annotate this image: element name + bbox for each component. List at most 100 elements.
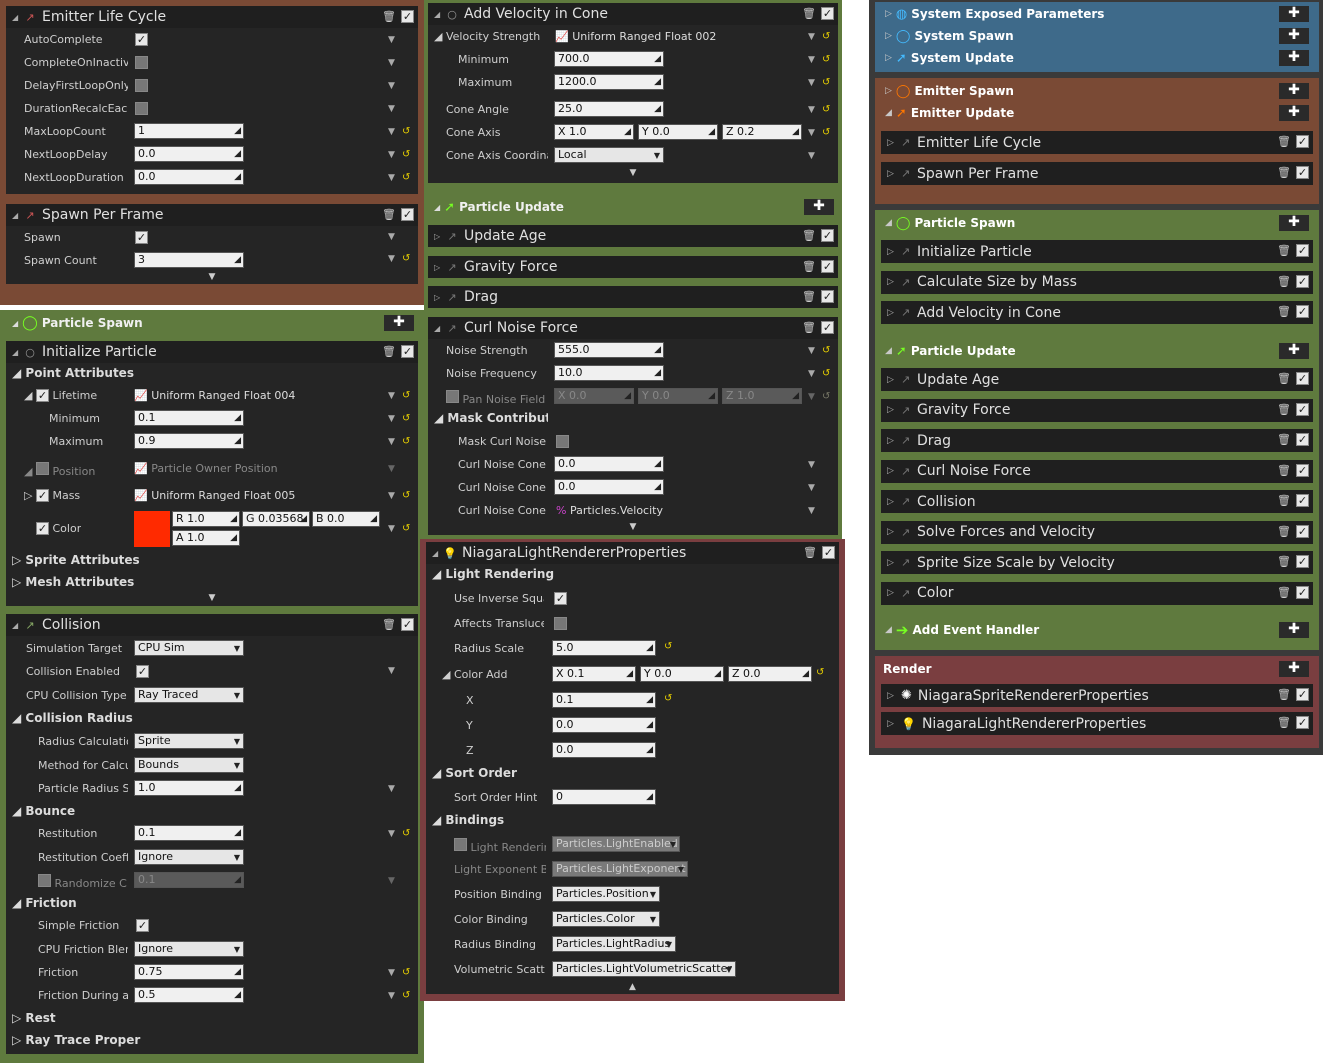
- dropdown-arrow-icon[interactable]: ▼: [808, 128, 815, 138]
- trash-icon[interactable]: 🗑: [802, 7, 816, 20]
- emitter-update-row[interactable]: ◢ ➚ Emitter Update ✚: [881, 103, 1313, 123]
- expand-arrow-icon[interactable]: ▼: [428, 522, 838, 532]
- b5-dropdown[interactable]: Particles.LightRadius: [552, 936, 676, 952]
- trash-icon[interactable]: 🗑: [1277, 403, 1291, 416]
- collapse-arrow-icon[interactable]: ◢: [12, 621, 22, 630]
- dropdown-arrow-icon[interactable]: ▼: [388, 173, 395, 183]
- enable-checkbox[interactable]: ✓: [1296, 494, 1309, 507]
- trash-icon[interactable]: 🗑: [802, 321, 816, 334]
- enable-checkbox[interactable]: ✓: [401, 618, 414, 631]
- spawn-count-field[interactable]: 3: [134, 252, 244, 268]
- module-row[interactable]: ▷ ↗ Calculate Size by Mass 🗑 ✓: [881, 270, 1313, 294]
- friction-field[interactable]: 0.75: [134, 964, 244, 980]
- trash-icon[interactable]: 🗑: [1277, 166, 1291, 179]
- collapse-arrow-icon[interactable]: ◢: [885, 218, 892, 228]
- module-row[interactable]: ▷ ↗ Drag 🗑 ✓: [881, 429, 1313, 452]
- module-row[interactable]: ▷ ↗ Initialize Particle 🗑 ✓: [881, 240, 1313, 263]
- particle-update-row[interactable]: ◢ ➚ Particle Update ✚: [881, 341, 1313, 361]
- friction-during-field[interactable]: 0.5: [134, 987, 244, 1003]
- dropdown-arrow-icon[interactable]: ▼: [808, 346, 815, 356]
- reset-icon[interactable]: ↺: [822, 54, 830, 65]
- randomize-checkbox[interactable]: [38, 874, 51, 887]
- collapse-arrow-icon[interactable]: ◢: [434, 203, 440, 212]
- velocity-strength-value[interactable]: 📈 Uniform Ranged Float 002: [555, 30, 716, 43]
- expand-arrow-icon[interactable]: ▼: [6, 272, 418, 282]
- lifetime-checkbox[interactable]: ✓: [35, 389, 49, 402]
- enable-checkbox[interactable]: ✓: [1296, 166, 1309, 179]
- trash-icon[interactable]: 🗑: [802, 290, 816, 303]
- expand-arrow-icon[interactable]: ▷: [887, 247, 901, 257]
- add-event-handler-row[interactable]: ◢ ➔ Add Event Handler ✚: [881, 620, 1313, 640]
- spawn-checkbox[interactable]: ✓: [135, 231, 148, 244]
- trash-icon[interactable]: 🗑: [1277, 372, 1291, 385]
- friction-section[interactable]: ◢ Friction: [12, 896, 77, 910]
- trash-icon[interactable]: 🗑: [1277, 433, 1291, 446]
- color-swatch[interactable]: [134, 511, 170, 547]
- restitution-field[interactable]: 0.1: [134, 825, 244, 841]
- dropdown-arrow-icon[interactable]: ▼: [388, 391, 395, 401]
- add-button[interactable]: ✚: [1279, 215, 1309, 231]
- collapse-arrow-icon[interactable]: ◢: [12, 319, 18, 328]
- light-rendering-section[interactable]: ◢ Light Rendering: [432, 567, 554, 581]
- trash-icon[interactable]: 🗑: [1277, 275, 1291, 288]
- dropdown-arrow-icon[interactable]: ▼: [808, 55, 815, 65]
- trash-icon[interactable]: 🗑: [1277, 688, 1291, 701]
- module-row[interactable]: ▷ ↗ Update Age 🗑 ✓: [881, 368, 1313, 391]
- reset-icon[interactable]: ↺: [402, 126, 410, 137]
- dropdown-arrow-icon[interactable]: ▼: [388, 232, 395, 242]
- property-field[interactable]: 0.0: [134, 169, 244, 185]
- enable-checkbox[interactable]: ✓: [1296, 524, 1309, 538]
- module-header[interactable]: ◢ ↗ Collision 🗑 ✓: [6, 614, 418, 636]
- expand-arrow-icon[interactable]: ▷: [887, 436, 901, 446]
- add-button[interactable]: ✚: [1279, 28, 1309, 44]
- minimum-field[interactable]: 0.1: [134, 410, 244, 426]
- system-update-row[interactable]: ▷ ➚ System Update ✚: [881, 48, 1313, 68]
- module-header[interactable]: ▷ ↗ Drag 🗑 ✓: [428, 286, 838, 308]
- module-header[interactable]: ◢ 💡 NiagaraLightRendererProperties 🗑 ✓: [426, 542, 839, 564]
- a-field[interactable]: A 1.0: [172, 530, 240, 546]
- b6-dropdown[interactable]: Particles.LightVolumetricScatter: [552, 961, 736, 977]
- collision-radius-section[interactable]: ◢ Collision Radius: [12, 711, 133, 725]
- particle-spawn-row[interactable]: ◢ ◯ Particle Spawn ✚: [881, 213, 1313, 233]
- collapse-arrow-icon[interactable]: ◢: [12, 13, 22, 22]
- reset-icon[interactable]: ↺: [822, 127, 830, 138]
- reset-icon[interactable]: ↺: [402, 990, 410, 1001]
- dropdown-arrow-icon[interactable]: ▼: [808, 483, 815, 493]
- dropdown-arrow-icon[interactable]: ▼: [388, 524, 395, 534]
- collapse-arrow-icon[interactable]: ◢: [885, 346, 892, 356]
- minimum-field[interactable]: 700.0: [554, 51, 664, 67]
- enable-checkbox[interactable]: ✓: [1296, 585, 1309, 599]
- module-header[interactable]: ◢ ↗ Emitter Life Cycle 🗑 ✓: [6, 6, 418, 28]
- particle-spawn-bar[interactable]: ◢ ◯ Particle Spawn ✚: [6, 312, 418, 334]
- dropdown-arrow-icon[interactable]: ▼: [808, 506, 815, 516]
- module-header[interactable]: ◢ ○ Initialize Particle 🗑 ✓: [6, 341, 418, 363]
- expand-arrow-icon[interactable]: ▷: [887, 466, 901, 476]
- system-exposed-row[interactable]: ▷ ◍ System Exposed Parameters ✚: [881, 4, 1313, 24]
- bindings-section[interactable]: ◢ Bindings: [432, 813, 504, 827]
- module-row[interactable]: ▷ ↗ Curl Noise Force 🗑 ✓: [881, 459, 1313, 483]
- expand-arrow-icon[interactable]: ▷: [887, 588, 901, 598]
- reset-icon[interactable]: ↺: [402, 172, 410, 183]
- property-field[interactable]: 1: [134, 123, 244, 139]
- module-row[interactable]: ▷ ↗ Spawn Per Frame 🗑 ✓: [881, 162, 1313, 185]
- module-row[interactable]: ▷ ↗ Color 🗑 ✓: [881, 581, 1313, 605]
- enable-checkbox[interactable]: ✓: [821, 290, 834, 303]
- reset-icon[interactable]: ↺: [822, 77, 830, 88]
- property-checkbox[interactable]: [135, 79, 148, 92]
- property-checkbox[interactable]: [135, 56, 148, 69]
- dropdown-arrow-icon[interactable]: ▼: [388, 968, 395, 978]
- cone1-field[interactable]: 0.0: [554, 456, 664, 472]
- system-spawn-row[interactable]: ▷ ◯ System Spawn ✚: [881, 26, 1313, 46]
- expand-arrow-icon[interactable]: ▷: [887, 527, 901, 537]
- reset-icon[interactable]: ↺: [402, 436, 410, 447]
- expand-arrow-icon[interactable]: ▷: [887, 308, 901, 318]
- expand-arrow-icon[interactable]: ▷: [887, 277, 901, 287]
- enable-checkbox[interactable]: ✓: [1296, 433, 1309, 446]
- dropdown-arrow-icon[interactable]: ▼: [388, 150, 395, 160]
- reset-icon[interactable]: ↺: [402, 253, 410, 264]
- reset-icon[interactable]: ↺: [402, 390, 410, 401]
- cone-axis-x-field[interactable]: X 1.0: [554, 124, 634, 140]
- enable-checkbox[interactable]: ✓: [401, 208, 414, 221]
- trash-icon[interactable]: 🗑: [1277, 586, 1291, 599]
- collapse-arrow-icon[interactable]: ◢: [434, 10, 444, 19]
